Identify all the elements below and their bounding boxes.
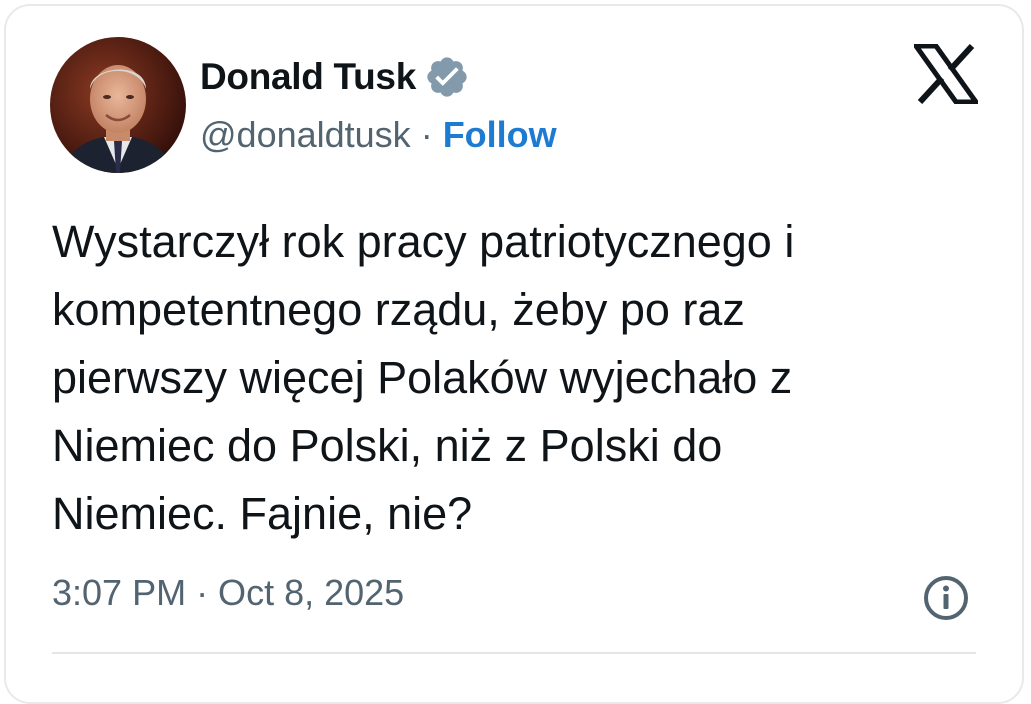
avatar-photo xyxy=(50,37,186,173)
author-handle[interactable]: @donaldtusk xyxy=(200,114,411,156)
follow-button[interactable]: Follow xyxy=(443,114,557,156)
separator-dot: · xyxy=(420,114,433,155)
author-name-row: Donald Tusk xyxy=(200,52,470,102)
x-logo-icon[interactable] xyxy=(911,43,981,105)
verified-badge-icon xyxy=(424,54,470,100)
info-icon[interactable] xyxy=(922,574,970,622)
divider xyxy=(52,652,976,654)
tweet-text: Wystarczył rok pracy patriotycznego i ko… xyxy=(52,216,795,539)
tweet-timestamp[interactable]: 3:07 PM · Oct 8, 2025 xyxy=(52,572,404,614)
avatar[interactable] xyxy=(50,37,186,173)
author-handle-row: @donaldtusk · Follow xyxy=(200,110,557,160)
author-name[interactable]: Donald Tusk xyxy=(200,56,416,98)
